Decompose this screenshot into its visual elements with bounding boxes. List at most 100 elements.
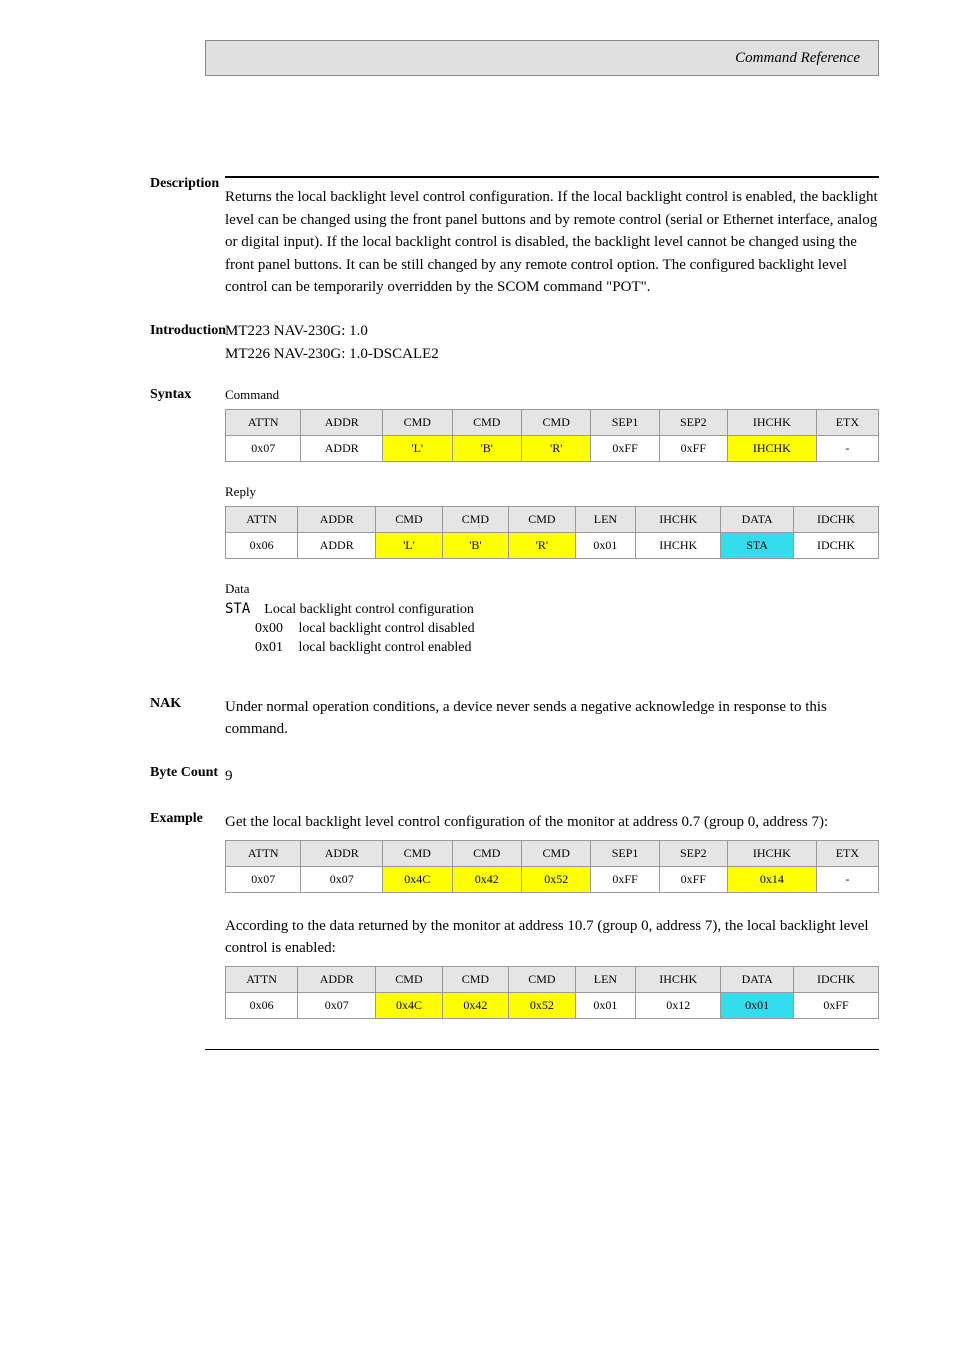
table-cell: 0xFF	[794, 992, 879, 1018]
table-cell: 0x42	[442, 992, 508, 1018]
data-item-code-0: 0x00	[255, 621, 295, 637]
syntax-reply-title: Reply	[225, 484, 879, 500]
label-nak: NAK	[150, 696, 280, 712]
table-header: CMD	[452, 840, 521, 866]
divider	[225, 176, 879, 178]
table-header: SEP2	[659, 409, 727, 435]
label-bytecount: Byte Count	[150, 765, 280, 781]
reply-table: ATTNADDRCMDCMDCMDLENIHCHKDATAIDCHK 0x06A…	[225, 506, 879, 559]
table-header: DATA	[721, 966, 794, 992]
intro-line-2: MT226 NAV-230G: 1.0-DSCALE2	[225, 346, 879, 363]
table-header: CMD	[376, 966, 442, 992]
table-header: ATTN	[226, 840, 301, 866]
table-cell: 0x52	[509, 992, 575, 1018]
table-cell: -	[816, 866, 878, 892]
table-cell: 0x4C	[383, 866, 452, 892]
header-bar: Command Reference	[205, 40, 879, 76]
table-header: ATTN	[226, 409, 301, 435]
table-header: SEP2	[659, 840, 727, 866]
table-header: IHCHK	[636, 966, 721, 992]
table-cell: 0x07	[226, 866, 301, 892]
table-header: SEP1	[591, 409, 659, 435]
header-title: Command Reference	[735, 50, 860, 67]
table-cell: IHCHK	[636, 532, 721, 558]
table-header: CMD	[509, 966, 575, 992]
table-header: ATTN	[226, 966, 298, 992]
table-header: CMD	[521, 840, 590, 866]
example-text-1: Get the local backlight level control co…	[225, 811, 879, 834]
table-cell: 0x07	[226, 435, 301, 461]
table-header: CMD	[442, 506, 508, 532]
table-cell: -	[816, 435, 878, 461]
label-introduction: Introduction	[150, 323, 280, 339]
table-cell: 'R'	[521, 435, 590, 461]
intro-line-1: MT223 NAV-230G: 1.0	[225, 323, 879, 340]
table-header: ADDR	[301, 409, 383, 435]
table-cell: IHCHK	[727, 435, 816, 461]
data-item-desc-1: local backlight control enabled	[299, 640, 472, 655]
table-cell: 0x06	[226, 992, 298, 1018]
table-header: IDCHK	[794, 506, 879, 532]
table-header: ETX	[816, 840, 878, 866]
table-header: CMD	[521, 409, 590, 435]
table-header: IHCHK	[636, 506, 721, 532]
table-header: LEN	[575, 506, 636, 532]
description-text: Returns the local backlight level contro…	[225, 186, 879, 299]
table-header: IDCHK	[794, 966, 879, 992]
table-header: ETX	[816, 409, 878, 435]
table-cell: 0x14	[727, 866, 816, 892]
table-header: CMD	[452, 409, 521, 435]
table-header: ADDR	[298, 966, 376, 992]
label-description: Description	[150, 176, 280, 192]
data-item-desc-0: local backlight control disabled	[299, 621, 475, 636]
table-cell: 0x01	[575, 532, 636, 558]
table-header: IHCHK	[727, 409, 816, 435]
table-cell: 0x01	[575, 992, 636, 1018]
table-header: ATTN	[226, 506, 298, 532]
table-cell: 'L'	[383, 435, 452, 461]
table-cell: 0x01	[721, 992, 794, 1018]
table-cell: ADDR	[301, 435, 383, 461]
table-header: SEP1	[591, 840, 659, 866]
example-table-2: ATTNADDRCMDCMDCMDLENIHCHKDATAIDCHK 0x060…	[225, 966, 879, 1019]
table-cell: 0x07	[298, 992, 376, 1018]
example-text-2: According to the data returned by the mo…	[225, 915, 879, 960]
table-header: ADDR	[301, 840, 383, 866]
table-cell: 'B'	[442, 532, 508, 558]
table-cell: 0x12	[636, 992, 721, 1018]
table-cell: 0xFF	[659, 866, 727, 892]
data-label: Data	[225, 581, 879, 597]
table-cell: STA	[721, 532, 794, 558]
table-cell: 0x4C	[376, 992, 442, 1018]
footer-divider	[205, 1049, 879, 1050]
table-cell: 0x52	[521, 866, 590, 892]
example-table-1: ATTNADDRCMDCMDCMDSEP1SEP2IHCHKETX 0x070x…	[225, 840, 879, 893]
table-cell: ADDR	[298, 532, 376, 558]
table-cell: IDCHK	[794, 532, 879, 558]
table-cell: 'R'	[509, 532, 575, 558]
data-item-code-1: 0x01	[255, 640, 295, 656]
bytecount-value: 9	[225, 765, 879, 788]
syntax-command-title: Command	[225, 387, 879, 403]
table-header: CMD	[376, 506, 442, 532]
table-cell: 0x07	[301, 866, 383, 892]
table-header: CMD	[383, 409, 452, 435]
table-cell: 0x06	[226, 532, 298, 558]
nak-text: Under normal operation conditions, a dev…	[225, 696, 879, 741]
data-sta-label: STA	[225, 601, 250, 617]
table-cell: 0xFF	[591, 866, 659, 892]
label-example: Example	[150, 811, 280, 827]
command-table: ATTNADDRCMDCMDCMDSEP1SEP2IHCHKETX 0x07AD…	[225, 409, 879, 462]
table-cell: 'B'	[452, 435, 521, 461]
table-header: DATA	[721, 506, 794, 532]
table-header: CMD	[509, 506, 575, 532]
table-cell: 0x42	[452, 866, 521, 892]
label-syntax: Syntax	[150, 387, 280, 403]
table-header: LEN	[575, 966, 636, 992]
table-cell: 0xFF	[591, 435, 659, 461]
table-header: IHCHK	[727, 840, 816, 866]
table-header: CMD	[442, 966, 508, 992]
table-header: ADDR	[298, 506, 376, 532]
data-sta-desc: Local backlight control configuration	[264, 602, 474, 617]
table-cell: 0xFF	[659, 435, 727, 461]
